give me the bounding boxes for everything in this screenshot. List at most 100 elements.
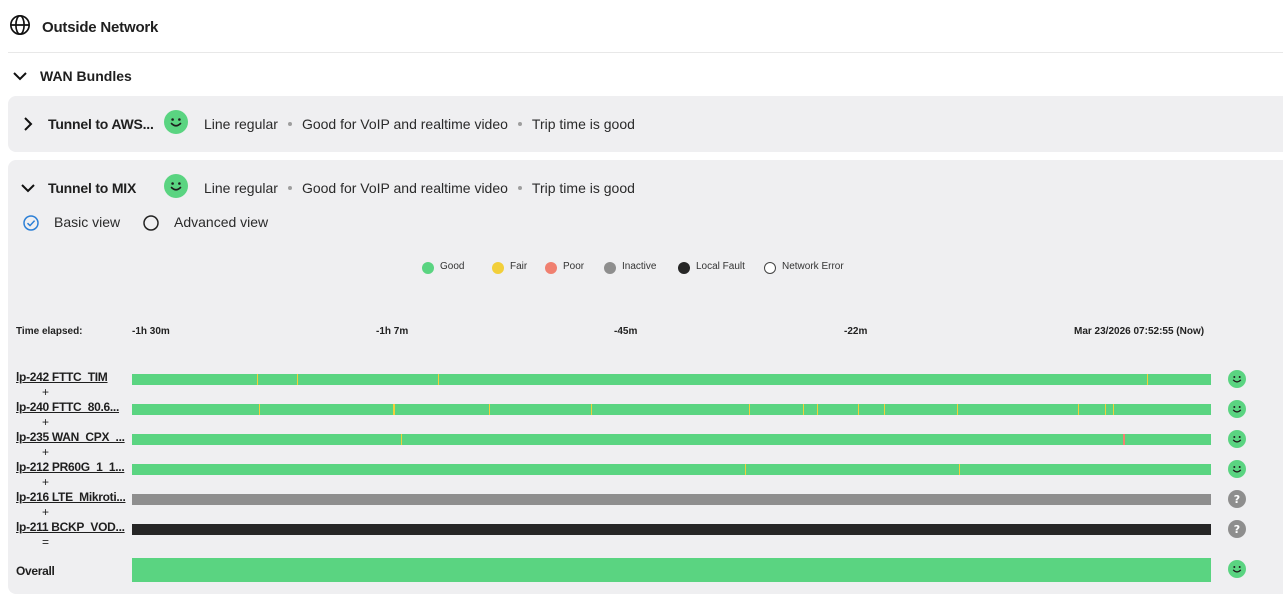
link-name[interactable]: lp-240 FTTC_80.6... xyxy=(16,400,126,414)
separator-dot xyxy=(287,186,292,191)
tick-label: -1h 30m xyxy=(132,326,170,337)
tunnel-name: Tunnel to AWS... xyxy=(48,116,154,132)
legend-label: Inactive xyxy=(622,261,657,272)
link-name[interactable]: lp-235 WAN_CPX_... xyxy=(16,430,126,444)
separator-dot xyxy=(517,122,522,127)
link-row: lp-235 WAN_CPX_... + xyxy=(8,428,1283,459)
link-name[interactable]: lp-216 LTE_Mikroti... xyxy=(16,490,126,504)
smiley-icon xyxy=(164,174,188,198)
status-mark-fair xyxy=(257,374,258,385)
status-trip: Trip time is good xyxy=(531,116,635,132)
smiley-icon xyxy=(1228,400,1246,418)
link-operator: + xyxy=(42,475,50,489)
status-mark-fair xyxy=(394,404,395,415)
link-row: lp-212 PR60G_1_1... + xyxy=(8,458,1283,489)
question-icon: ? xyxy=(1228,490,1246,508)
tunnel-status: Line regular Good for VoIP and realtime v… xyxy=(204,180,635,196)
legend-swatch xyxy=(604,262,616,274)
status-mark-fair xyxy=(1113,404,1114,415)
tunnel-row-aws[interactable]: Tunnel to AWS... Line regular Good for Vo… xyxy=(8,96,1283,152)
time-elapsed-label: Time elapsed: xyxy=(16,326,83,337)
status-mark-fair xyxy=(817,404,818,415)
status-mark-fair xyxy=(749,404,750,415)
chevron-down-icon xyxy=(13,72,27,81)
tunnel-name: Tunnel to MIX xyxy=(48,180,137,196)
link-timeline-bar xyxy=(132,464,1211,475)
legend-label: Local Fault xyxy=(696,261,745,272)
tick-label: -22m xyxy=(844,326,868,337)
link-name[interactable]: lp-211 BCKP_VOD... xyxy=(16,520,126,534)
status-mark-fair xyxy=(959,464,960,475)
outside-network-header: Outside Network xyxy=(8,12,1283,53)
check-circle-icon xyxy=(23,215,39,231)
legend-swatch xyxy=(678,262,690,274)
status-line: Line regular xyxy=(204,116,278,132)
svg-text:?: ? xyxy=(1234,523,1240,536)
status-voip: Good for VoIP and realtime video xyxy=(301,180,508,196)
tunnel-status: Line regular Good for VoIP and realtime v… xyxy=(204,116,635,132)
overall-label: Overall xyxy=(16,564,55,578)
svg-text:?: ? xyxy=(1234,493,1240,506)
legend-swatch xyxy=(422,262,434,274)
status-trip: Trip time is good xyxy=(531,180,635,196)
status-mark-fair xyxy=(591,404,592,415)
advanced-view-option[interactable]: Advanced view xyxy=(142,213,282,233)
legend-label: Fair xyxy=(510,261,528,272)
separator-dot xyxy=(287,122,292,127)
page-title: Outside Network xyxy=(42,19,159,36)
link-row: lp-216 LTE_Mikroti... +? xyxy=(8,488,1283,519)
status-mark-fair xyxy=(745,464,746,475)
status-mark-fair xyxy=(957,404,958,415)
status-voip: Good for VoIP and realtime video xyxy=(301,116,508,132)
status-mark-fair xyxy=(1105,404,1106,415)
link-operator: = xyxy=(42,535,50,549)
link-operator: + xyxy=(42,505,50,519)
overall-bar xyxy=(132,558,1211,582)
link-row: lp-242 FTTC_TIM + xyxy=(8,368,1283,399)
link-timeline-bar xyxy=(132,374,1211,385)
status-line: Line regular xyxy=(204,180,278,196)
advanced-view-label: Advanced view xyxy=(174,214,269,230)
smiley-icon xyxy=(1228,370,1246,388)
status-mark-fair xyxy=(1078,404,1079,415)
overall-row: Overall xyxy=(8,558,1283,584)
link-operator: + xyxy=(42,385,50,399)
legend-swatch xyxy=(545,262,557,274)
tick-label: -45m xyxy=(614,326,638,337)
chevron-down-icon xyxy=(21,184,35,193)
status-mark-fair xyxy=(858,404,859,415)
link-row: lp-240 FTTC_80.6... + xyxy=(8,398,1283,429)
tick-label: -1h 7m xyxy=(376,326,409,337)
tick-label: Mar 23/2026 07:52:55 (Now) xyxy=(1074,326,1205,337)
legend-label: Good xyxy=(440,261,465,272)
tunnel-card-mix: Tunnel to MIX Line regular Good for VoIP … xyxy=(8,160,1283,594)
link-timeline-bar xyxy=(132,524,1211,535)
tunnel-row-mix[interactable]: Tunnel to MIX Line regular Good for VoIP … xyxy=(8,160,1283,216)
status-mark-fair xyxy=(1147,374,1148,385)
separator-dot xyxy=(517,186,522,191)
smiley-icon xyxy=(164,110,188,134)
link-name[interactable]: lp-242 FTTC_TIM xyxy=(16,370,126,384)
radio-empty-icon xyxy=(143,215,159,231)
legend-swatch xyxy=(764,262,776,274)
legend-label: Network Error xyxy=(782,261,844,272)
status-mark-fair xyxy=(803,404,804,415)
link-timeline-bar xyxy=(132,434,1211,445)
link-name[interactable]: lp-212 PR60G_1_1... xyxy=(16,460,126,474)
status-mark-fair xyxy=(438,374,439,385)
tunnel-card-aws: Tunnel to AWS... Line regular Good for Vo… xyxy=(8,96,1283,152)
chevron-right-icon xyxy=(24,117,33,131)
status-mark-poor xyxy=(1123,434,1125,445)
status-mark-fair xyxy=(297,374,298,385)
legend-swatch xyxy=(492,262,504,274)
question-icon: ? xyxy=(1228,520,1246,538)
status-mark-fair xyxy=(259,404,260,415)
link-operator: + xyxy=(42,445,50,459)
link-operator: + xyxy=(42,415,50,429)
status-mark-fair xyxy=(401,434,402,445)
link-timeline-bar xyxy=(132,494,1211,505)
link-row: lp-211 BCKP_VOD... =? xyxy=(8,518,1283,549)
globe-icon xyxy=(10,15,30,35)
basic-view-option[interactable]: Basic view xyxy=(22,213,132,233)
smiley-icon xyxy=(1228,430,1246,448)
